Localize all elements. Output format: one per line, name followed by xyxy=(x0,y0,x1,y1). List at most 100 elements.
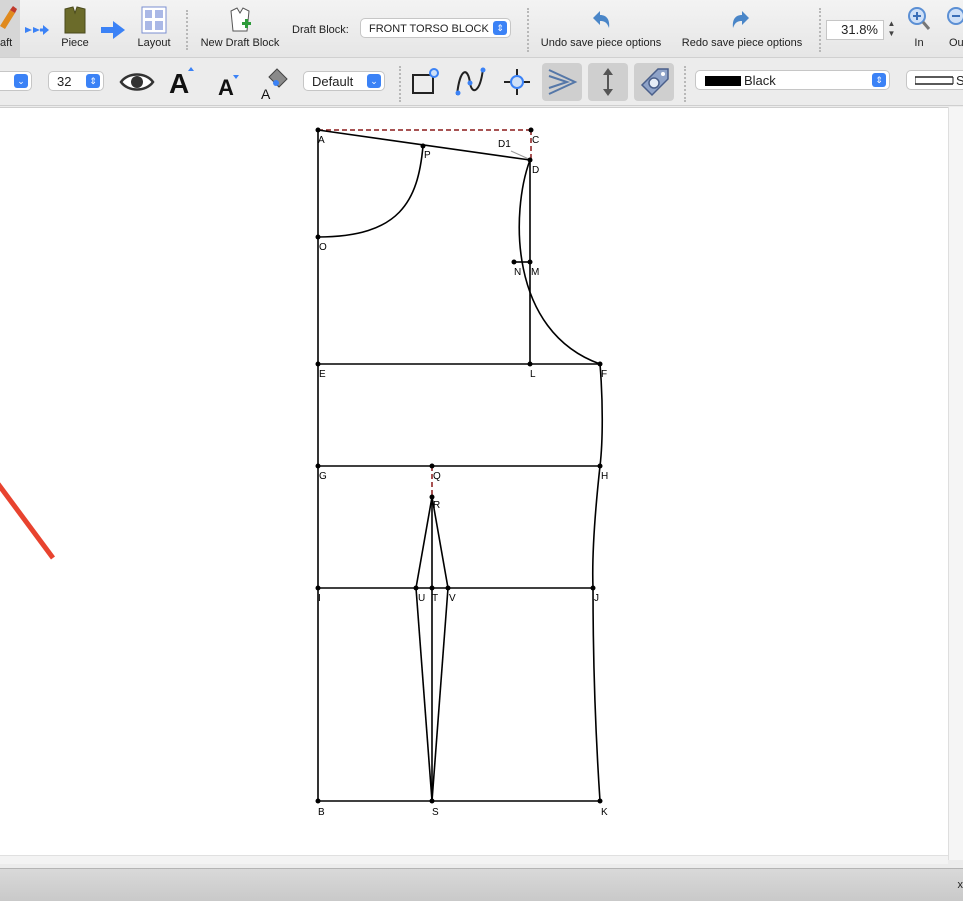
paint-bucket-icon: A xyxy=(255,63,295,101)
redo-button[interactable]: Redo save piece options xyxy=(678,0,806,57)
draft-block-select-value: FRONT TORSO BLOCK xyxy=(369,23,489,35)
svg-text:A: A xyxy=(261,86,271,101)
draft-mode-label: aft xyxy=(0,37,20,49)
status-bar-glyph: x xyxy=(958,879,963,891)
point-label-g: G xyxy=(319,471,327,482)
point-label-r: R xyxy=(433,500,440,511)
point-label-v: V xyxy=(449,593,456,604)
zoom-out-button[interactable]: Ou xyxy=(943,0,963,57)
toolbar-divider xyxy=(684,66,686,102)
line-color-name: Black xyxy=(744,71,776,91)
new-draft-block-button[interactable]: New Draft Block xyxy=(197,0,283,57)
red-guide-line xyxy=(0,473,53,558)
rectangle-point-icon xyxy=(405,63,445,101)
status-bar: x xyxy=(0,868,963,901)
zoom-in-icon xyxy=(907,6,931,32)
point-label-o: O xyxy=(319,242,327,253)
svg-text:A: A xyxy=(218,75,234,100)
draft-block-select[interactable]: FRONT TORSO BLOCK ⇕ xyxy=(360,18,511,38)
font-size-value: 32 xyxy=(57,74,71,89)
zoom-out-label: Ou xyxy=(949,37,963,49)
point-label-d: D xyxy=(532,165,539,176)
dart-chevron-icon xyxy=(542,63,582,101)
new-block-icon xyxy=(227,5,253,33)
point-label-q: Q xyxy=(433,471,441,482)
grainline-tool[interactable] xyxy=(588,63,628,101)
style-select[interactable]: Default ⌄ xyxy=(303,71,385,91)
zoom-stepper[interactable]: ▲▼ xyxy=(886,19,897,41)
chevron-updown-icon: ⇕ xyxy=(493,21,507,35)
point-label-d1: D1 xyxy=(498,139,511,150)
point-label-n: N xyxy=(514,267,521,278)
point-tool[interactable] xyxy=(497,63,537,101)
horizontal-scrollbar[interactable] xyxy=(0,855,948,864)
point-label-b: B xyxy=(318,807,325,818)
layout-mode-button[interactable]: Layout xyxy=(133,0,175,57)
rectangle-point-tool[interactable] xyxy=(405,63,445,101)
arrow-right-icon xyxy=(101,21,125,39)
redo-label: Redo save piece options xyxy=(678,37,806,49)
point-label-u: U xyxy=(418,593,425,604)
pattern-drawing: ACD1DPONMELFGQHRIUTVJBSK xyxy=(0,108,948,861)
redo-arrow-icon xyxy=(730,9,752,31)
point-label-l: L xyxy=(530,369,536,380)
font-decrease-icon: A xyxy=(207,63,247,101)
point-label-p: P xyxy=(424,150,431,161)
line-color-select[interactable]: Black ⇕ xyxy=(695,70,890,90)
zoom-input[interactable]: 31.8% xyxy=(826,20,884,40)
line-style-select[interactable]: S xyxy=(906,70,963,90)
point-label-e: E xyxy=(319,369,326,380)
bezier-curve-icon xyxy=(450,63,490,101)
tag-gear-icon xyxy=(634,63,674,101)
point-label-k: K xyxy=(601,807,608,818)
chevron-updown-icon: ⇕ xyxy=(86,74,100,88)
pattern-lines xyxy=(318,130,602,801)
piece-mode-label: Piece xyxy=(55,37,95,49)
chevron-down-icon: ⌄ xyxy=(14,74,28,88)
point-label-a: A xyxy=(318,135,325,146)
zoom-in-button[interactable]: In xyxy=(904,0,934,57)
increase-font-button[interactable]: A xyxy=(160,63,200,101)
point-label-f: F xyxy=(601,369,607,380)
double-line-icon xyxy=(915,74,955,88)
undo-button[interactable]: Undo save piece options xyxy=(538,0,664,57)
point-labels: ACD1DPONMELFGQHRIUTVJBSK xyxy=(318,135,608,818)
point-label-c: C xyxy=(532,135,539,146)
drafting-canvas[interactable]: ACD1DPONMELFGQHRIUTVJBSK xyxy=(0,107,948,861)
double-arrow-icon xyxy=(24,22,50,38)
visibility-toggle[interactable] xyxy=(117,63,157,101)
point-label-t: T xyxy=(432,593,438,604)
chevron-updown-icon: ⇕ xyxy=(872,73,886,87)
draft-block-caption: Draft Block: xyxy=(292,24,349,36)
vertical-scrollbar[interactable] xyxy=(948,107,963,860)
toolbar-divider xyxy=(399,66,401,102)
font-size-select[interactable]: 32 ⇕ xyxy=(48,71,104,91)
zoom-out-icon xyxy=(946,6,963,32)
eye-icon xyxy=(117,63,157,101)
piece-tag-tool[interactable] xyxy=(634,63,674,101)
toolbar-divider xyxy=(186,10,188,50)
piece-mode-button[interactable]: Piece xyxy=(55,0,95,57)
font-family-select[interactable]: ⌄ xyxy=(0,71,32,91)
chevron-down-icon: ⌄ xyxy=(367,74,381,88)
undo-label: Undo save piece options xyxy=(538,37,664,49)
decrease-font-button[interactable]: A xyxy=(207,63,247,101)
vertical-arrow-icon xyxy=(588,63,628,101)
point-label-m: M xyxy=(531,267,539,278)
style-select-value: Default xyxy=(312,74,353,89)
text-color-button[interactable]: A xyxy=(255,63,295,101)
curve-tool[interactable] xyxy=(450,63,490,101)
toolbar-divider xyxy=(819,8,821,52)
svg-text:A: A xyxy=(169,68,189,99)
pencil-icon xyxy=(0,0,20,34)
font-increase-icon: A xyxy=(160,63,200,101)
undo-arrow-icon xyxy=(590,9,612,31)
line-style-partial-label: S xyxy=(956,71,963,91)
point-label-s: S xyxy=(432,807,439,818)
layout-icon xyxy=(141,6,167,34)
draft-mode-button[interactable]: aft xyxy=(0,0,20,57)
dart-tool[interactable] xyxy=(542,63,582,101)
point-label-i: I xyxy=(318,593,321,604)
garment-piece-icon xyxy=(61,5,89,35)
layout-mode-label: Layout xyxy=(133,37,175,49)
